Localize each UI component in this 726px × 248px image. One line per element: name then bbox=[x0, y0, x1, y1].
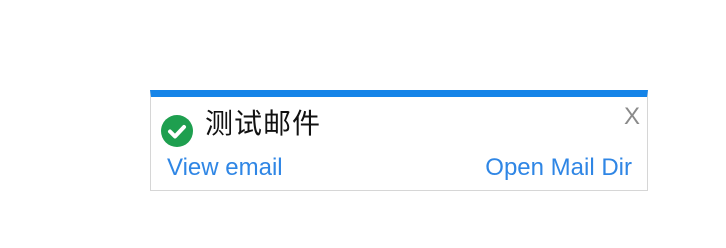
open-mail-dir-link[interactable]: Open Mail Dir bbox=[485, 153, 632, 183]
view-email-link[interactable]: View email bbox=[167, 153, 283, 183]
notification-popup: 测试邮件 X View email Open Mail Dir bbox=[150, 90, 648, 191]
close-button[interactable]: X bbox=[624, 103, 640, 131]
notification-title: 测试邮件 bbox=[205, 107, 322, 140]
check-circle-icon bbox=[161, 115, 193, 147]
